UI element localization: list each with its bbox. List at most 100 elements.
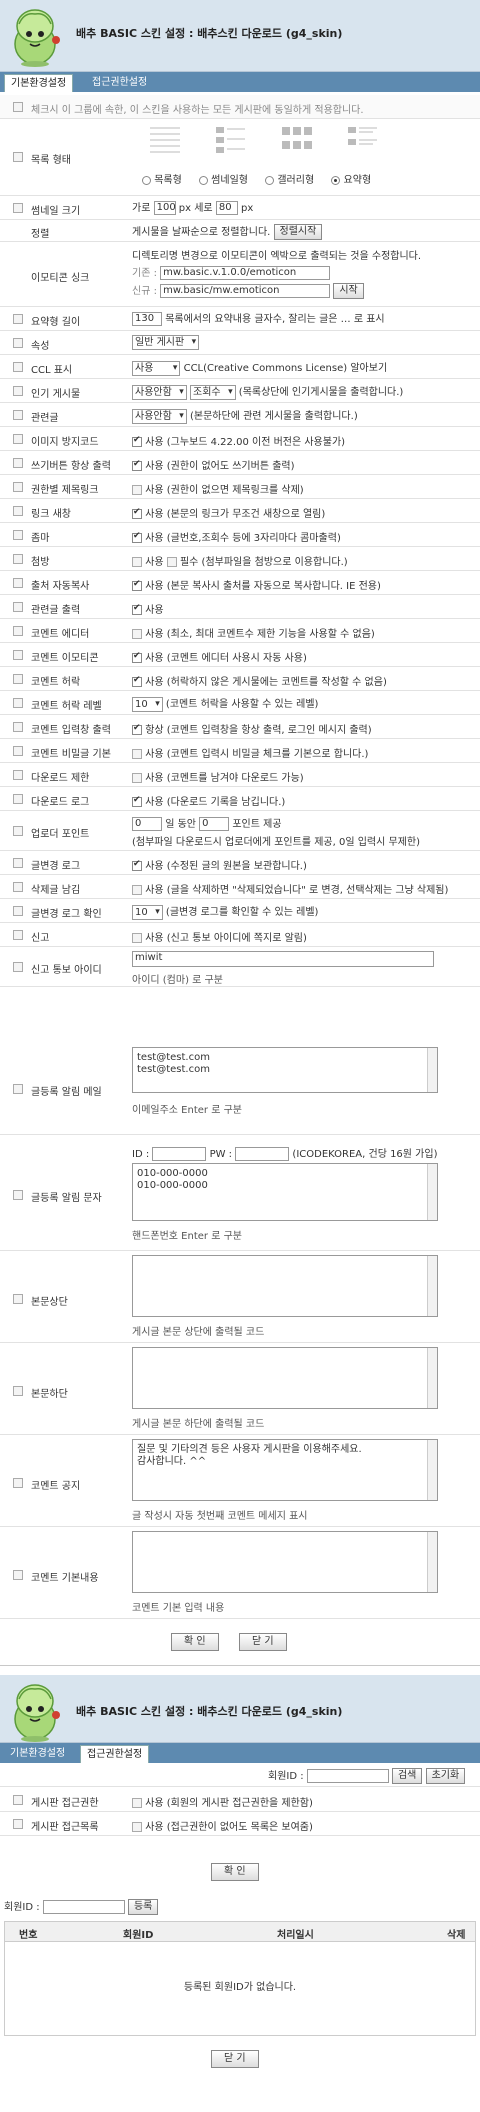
top-textarea[interactable] bbox=[132, 1255, 438, 1317]
comment-level-checkbox[interactable] bbox=[13, 698, 23, 708]
emoticon-start-button[interactable]: 시작 bbox=[333, 283, 364, 299]
related-checkbox[interactable] bbox=[13, 410, 23, 420]
option-use-checkbox[interactable] bbox=[132, 859, 142, 871]
reset-button[interactable]: 초기화 bbox=[425, 1768, 466, 1784]
bottom-checkbox[interactable] bbox=[13, 1386, 23, 1396]
list-type-checkbox[interactable] bbox=[13, 152, 23, 162]
comment-notice-textarea[interactable]: 질문 및 기타의견 등은 사용자 게시판을 이용해주세요. 감사합니다. ^^ bbox=[132, 1439, 438, 1501]
comment-default-scrollbar[interactable] bbox=[427, 1532, 437, 1592]
option-checkbox[interactable] bbox=[13, 434, 23, 444]
upload-point-checkbox[interactable] bbox=[13, 826, 23, 836]
upload-point-input[interactable]: 0 bbox=[199, 817, 230, 831]
attach-use-checkbox[interactable] bbox=[132, 557, 142, 567]
attribute-select[interactable]: 일반 게시판 bbox=[132, 335, 200, 350]
emoticon-old-input[interactable]: mw.basic.v.1.0.0/emoticon bbox=[160, 266, 331, 280]
attach-checkbox[interactable] bbox=[13, 554, 23, 564]
tab-basic-settings[interactable]: 기본환경설정 bbox=[4, 74, 74, 92]
option-use-checkbox[interactable] bbox=[132, 579, 142, 591]
access-list-checkbox[interactable] bbox=[13, 1819, 23, 1829]
option-checkbox[interactable] bbox=[13, 650, 23, 660]
option-checkbox[interactable] bbox=[13, 506, 23, 516]
upload-days-input[interactable]: 0 bbox=[132, 817, 162, 831]
summary-length-input[interactable]: 130 bbox=[132, 312, 162, 326]
close-button[interactable]: 닫 기 bbox=[238, 1633, 287, 1651]
sms-id-input[interactable] bbox=[152, 1147, 207, 1161]
permission-checkbox[interactable] bbox=[13, 1795, 23, 1805]
comment-notice-checkbox[interactable] bbox=[13, 1478, 23, 1488]
top-scrollbar[interactable] bbox=[427, 1256, 437, 1316]
radio-thumbnail[interactable] bbox=[198, 175, 208, 185]
thumb-size-checkbox[interactable] bbox=[13, 203, 23, 213]
summary-length-checkbox[interactable] bbox=[13, 314, 23, 324]
option-checkbox[interactable] bbox=[13, 674, 23, 684]
change-log-checkbox[interactable] bbox=[13, 906, 23, 916]
bottom-scrollbar[interactable] bbox=[427, 1348, 437, 1408]
change-log-select[interactable]: 10 bbox=[132, 904, 163, 920]
register-button[interactable]: 등록 bbox=[127, 1899, 159, 1915]
ccl-checkbox[interactable] bbox=[13, 362, 23, 372]
option-use-checkbox[interactable] bbox=[132, 603, 142, 615]
option-use-checkbox[interactable] bbox=[132, 795, 142, 807]
option-checkbox[interactable] bbox=[13, 530, 23, 540]
search-button[interactable]: 검색 bbox=[391, 1768, 423, 1784]
option-use-checkbox[interactable] bbox=[132, 485, 142, 495]
option-use-checkbox[interactable] bbox=[132, 507, 142, 519]
thumb-height-input[interactable]: 80 bbox=[215, 201, 238, 215]
thumb-width-input[interactable]: 100 bbox=[153, 201, 176, 215]
report-id-input[interactable]: miwit bbox=[132, 951, 434, 967]
option-checkbox[interactable] bbox=[13, 602, 23, 612]
ccl-select[interactable]: 사용 bbox=[132, 360, 181, 376]
sms-checkbox[interactable] bbox=[13, 1190, 23, 1200]
access-list-use-checkbox[interactable] bbox=[132, 1822, 142, 1832]
option-use-checkbox[interactable] bbox=[132, 675, 142, 687]
bottom-textarea[interactable] bbox=[132, 1347, 438, 1409]
option-checkbox[interactable] bbox=[13, 770, 23, 780]
permission-use-checkbox[interactable] bbox=[132, 1798, 142, 1808]
ccl-link[interactable]: CCL(Creative Commons License) 알아보기 bbox=[184, 363, 388, 374]
sms-textarea[interactable]: 010-000-0000 010-000-0000 bbox=[132, 1163, 438, 1221]
option-checkbox[interactable] bbox=[13, 626, 23, 636]
close-button[interactable]: 닫 기 bbox=[211, 2050, 259, 2068]
mail-scrollbar[interactable] bbox=[427, 1048, 437, 1092]
option-checkbox[interactable] bbox=[13, 578, 23, 588]
mail-checkbox[interactable] bbox=[13, 1084, 23, 1094]
comment-default-checkbox[interactable] bbox=[13, 1570, 23, 1580]
apply-all-checkbox[interactable] bbox=[13, 102, 23, 112]
related-select[interactable]: 사용안함 bbox=[132, 408, 187, 424]
tab-basic-settings[interactable]: 기본환경설정 bbox=[4, 1745, 71, 1763]
option-use-checkbox[interactable] bbox=[132, 459, 142, 471]
register-id-input[interactable] bbox=[42, 1900, 125, 1914]
attribute-checkbox[interactable] bbox=[13, 338, 23, 348]
option-checkbox[interactable] bbox=[13, 858, 23, 868]
radio-summary[interactable] bbox=[331, 175, 341, 185]
comment-default-textarea[interactable] bbox=[132, 1531, 438, 1593]
sort-start-button[interactable]: 정렬시작 bbox=[273, 224, 323, 240]
popular-use-select[interactable]: 사용안함 bbox=[132, 384, 187, 400]
option-checkbox[interactable] bbox=[13, 482, 23, 492]
comment-notice-scrollbar[interactable] bbox=[427, 1440, 437, 1500]
option-use-checkbox[interactable] bbox=[132, 651, 142, 663]
option-use-checkbox[interactable] bbox=[132, 723, 142, 735]
radio-gallery[interactable] bbox=[265, 175, 275, 185]
option-use-checkbox[interactable] bbox=[132, 435, 142, 447]
report-use-checkbox[interactable] bbox=[132, 933, 142, 943]
option-checkbox[interactable] bbox=[13, 882, 23, 892]
confirm-button[interactable]: 확 인 bbox=[211, 1863, 259, 1881]
comment-level-select[interactable]: 10 bbox=[132, 696, 163, 712]
confirm-button[interactable]: 확 인 bbox=[171, 1633, 219, 1651]
sms-pw-input[interactable] bbox=[235, 1147, 290, 1161]
option-checkbox[interactable] bbox=[13, 794, 23, 804]
tab-access-settings[interactable]: 접근권한설정 bbox=[80, 1745, 150, 1763]
attach-required-checkbox[interactable] bbox=[166, 557, 177, 567]
member-id-input[interactable] bbox=[306, 1769, 389, 1783]
option-use-checkbox[interactable] bbox=[132, 629, 142, 639]
option-use-checkbox[interactable] bbox=[132, 749, 142, 759]
radio-list[interactable] bbox=[142, 175, 151, 185]
option-checkbox[interactable] bbox=[13, 722, 23, 732]
report-id-checkbox[interactable] bbox=[13, 962, 23, 972]
option-use-checkbox[interactable] bbox=[132, 885, 142, 895]
top-checkbox[interactable] bbox=[13, 1294, 23, 1304]
popular-sort-select[interactable]: 조회수 bbox=[190, 384, 236, 400]
option-use-checkbox[interactable] bbox=[132, 531, 142, 543]
option-checkbox[interactable] bbox=[13, 746, 23, 756]
